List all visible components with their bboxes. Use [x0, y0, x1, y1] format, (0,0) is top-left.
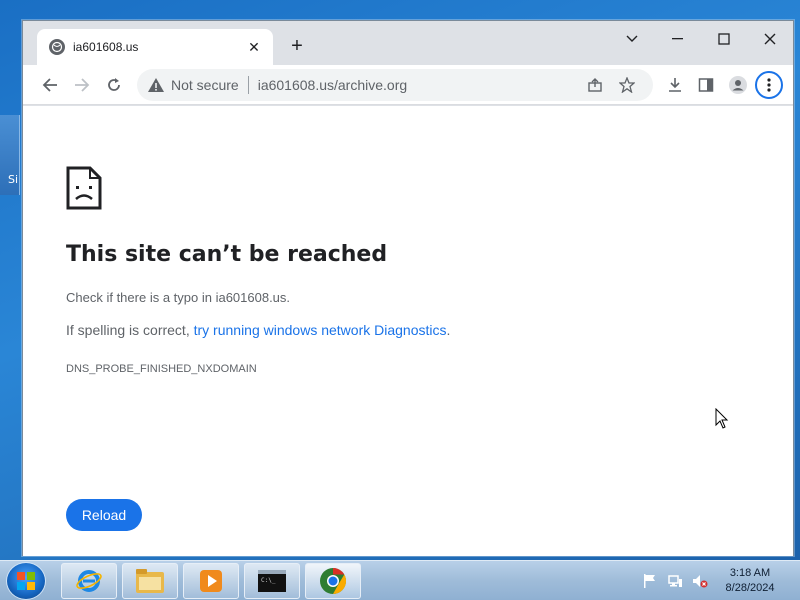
system-clock[interactable]: 3:18 AM 8/28/2024 [715, 566, 785, 596]
reload-icon[interactable] [102, 73, 126, 97]
download-icon[interactable] [663, 73, 687, 97]
network-icon[interactable] [667, 573, 683, 589]
mouse-pointer-icon [715, 408, 729, 429]
globe-icon [49, 39, 65, 55]
tab-active[interactable]: ia601608.us ✕ [37, 29, 273, 65]
maximize-icon[interactable] [701, 25, 747, 53]
cmd-label: C:\_ [261, 577, 276, 584]
back-arrow-icon[interactable] [38, 73, 62, 97]
profile-avatar-icon[interactable] [726, 73, 750, 97]
new-tab-button[interactable]: + [285, 35, 309, 59]
taskbar-internet-explorer[interactable] [61, 563, 117, 599]
share-icon[interactable] [583, 73, 607, 97]
address-bar[interactable]: Not secure ia601608.us/archive.org [137, 69, 653, 101]
side-panel-icon[interactable] [694, 73, 718, 97]
reload-button[interactable]: Reload [66, 499, 142, 531]
close-window-icon[interactable] [747, 25, 793, 53]
error-code: DNS_PROBE_FINISHED_NXDOMAIN [66, 363, 257, 375]
desktop-icon-edge[interactable]: Si [0, 115, 20, 195]
tab-title: ia601608.us [73, 40, 139, 54]
error-title: This site can’t be reached [66, 242, 388, 267]
command-prompt-icon: C:\_ [258, 570, 286, 592]
warning-icon[interactable] [147, 76, 165, 94]
security-label[interactable]: Not secure [171, 77, 239, 93]
page-content: This site can’t be reached Check if ther… [23, 106, 793, 556]
sad-page-icon [66, 166, 102, 210]
error-hint-spelling: If spelling is correct, try running wind… [66, 322, 450, 338]
browser-toolbar: Not secure ia601608.us/archive.org [23, 65, 793, 105]
windows-logo-icon [17, 572, 35, 590]
bookmark-star-icon[interactable] [615, 73, 639, 97]
clock-date: 8/28/2024 [725, 582, 775, 594]
volume-muted-icon[interactable] [692, 573, 708, 589]
taskbar-chrome[interactable] [305, 563, 361, 599]
folder-icon [136, 569, 164, 593]
browser-window: ia601608.us ✕ + Not secure ia601608.us/a… [22, 20, 794, 556]
minimize-icon[interactable] [655, 25, 701, 53]
taskbar-file-explorer[interactable] [122, 563, 178, 599]
taskbar-media-player[interactable] [183, 563, 239, 599]
menu-kebab-icon[interactable] [755, 71, 783, 99]
clock-time: 3:18 AM [729, 567, 771, 579]
error-hint-typo: Check if there is a typo in ia601608.us. [66, 290, 291, 305]
taskbar: C:\_ 3:18 AM 8/28/2024 [0, 560, 800, 600]
taskbar-command-prompt[interactable]: C:\_ [244, 563, 300, 599]
tab-close-icon[interactable]: ✕ [245, 39, 263, 56]
diagnostics-link[interactable]: try running windows network Diagnostics [194, 322, 447, 338]
omnibox-divider [247, 76, 249, 94]
start-button[interactable] [6, 562, 46, 600]
forward-arrow-icon[interactable] [70, 73, 94, 97]
error-hint-prefix: If spelling is correct, [66, 322, 194, 338]
action-center-flag-icon[interactable] [642, 573, 658, 589]
tab-strip: ia601608.us ✕ + [23, 21, 793, 65]
chrome-icon [320, 567, 347, 595]
media-player-icon [200, 570, 222, 592]
error-hint-suffix: . [446, 322, 451, 338]
desktop-icon-label: Si [8, 173, 19, 186]
tab-search-icon[interactable] [609, 25, 655, 53]
internet-explorer-icon [76, 570, 102, 592]
